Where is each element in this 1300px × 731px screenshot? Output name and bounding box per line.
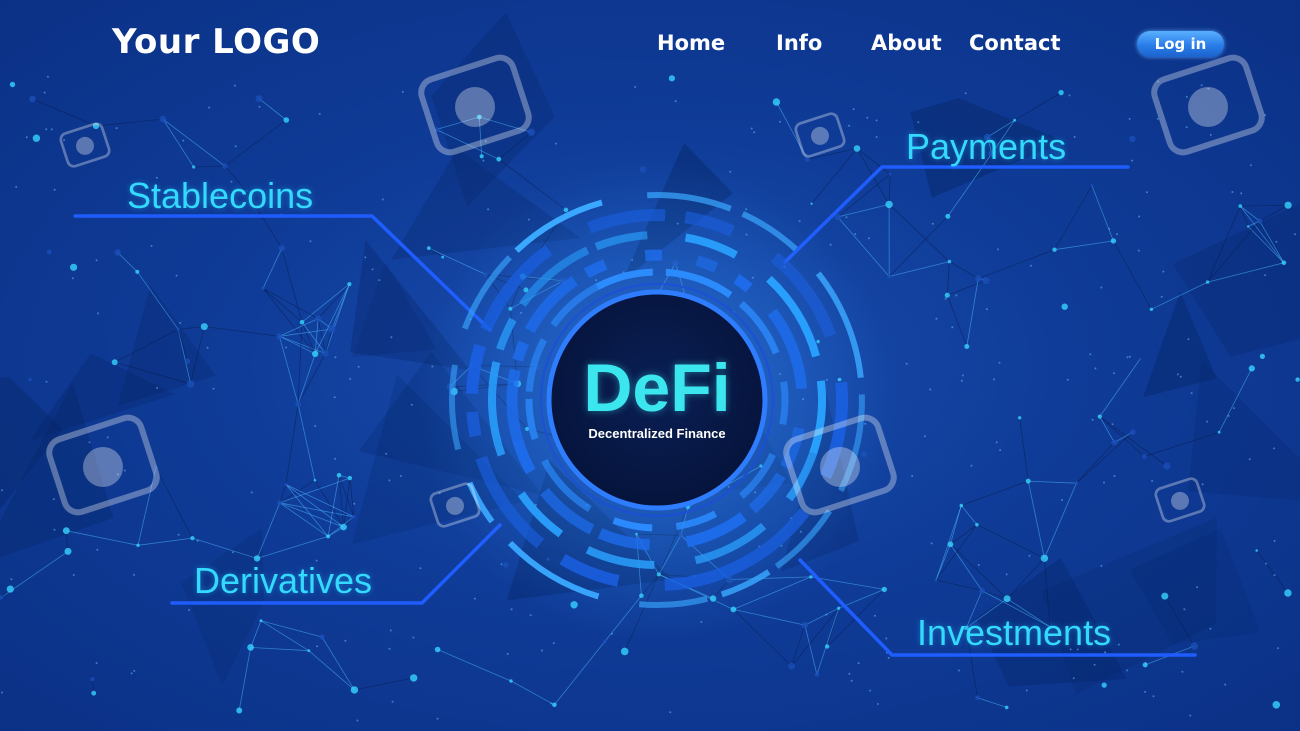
landing-page: Your LOGO Home Info About Contact Log in… — [0, 0, 1300, 731]
camera-watermark-icon — [794, 112, 846, 158]
camera-watermark-icon — [59, 122, 111, 168]
hero-title: DeFi — [583, 350, 731, 426]
nav-info[interactable]: Info — [776, 31, 822, 55]
nav-home[interactable]: Home — [657, 31, 725, 55]
feature-derivatives[interactable]: Derivatives — [194, 560, 372, 602]
feature-stablecoins[interactable]: Stablecoins — [127, 175, 313, 217]
nav-contact[interactable]: Contact — [969, 31, 1061, 55]
hero-subtitle: Decentralized Finance — [588, 426, 726, 441]
nav-about[interactable]: About — [871, 31, 942, 55]
logo[interactable]: Your LOGO — [112, 22, 320, 62]
login-button[interactable]: Log in — [1137, 31, 1224, 57]
camera-watermark-icon — [1151, 54, 1265, 156]
feature-payments[interactable]: Payments — [906, 126, 1066, 168]
camera-watermark-icon — [1154, 477, 1206, 523]
feature-investments[interactable]: Investments — [917, 612, 1111, 654]
hero-center: DeFi Decentralized Finance — [545, 350, 769, 441]
